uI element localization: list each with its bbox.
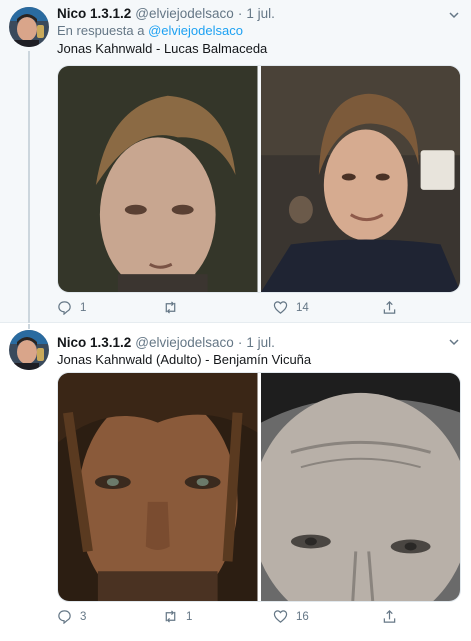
tweet[interactable]: Nico 1.3.1.2 @elviejodelsaco · 1 jul. Jo… bbox=[0, 324, 471, 641]
thread-connector-line bbox=[28, 324, 30, 329]
share-icon bbox=[383, 301, 396, 314]
timestamp[interactable]: 1 jul. bbox=[246, 6, 275, 21]
tweet-actions: 1 14 bbox=[57, 300, 461, 318]
author-handle[interactable]: @elviejodelsaco bbox=[135, 6, 234, 21]
retweet-button[interactable]: 1 bbox=[163, 609, 192, 624]
avatar[interactable] bbox=[9, 330, 49, 370]
media-grid bbox=[57, 65, 461, 293]
reply-handle-link[interactable]: @elviejodelsaco bbox=[148, 23, 243, 38]
photo-right[interactable] bbox=[260, 373, 460, 601]
retweet-button[interactable] bbox=[163, 300, 186, 315]
media-grid bbox=[57, 372, 461, 602]
like-count: 16 bbox=[296, 610, 309, 623]
tweet-text: Jonas Kahnwald (Adulto) - Benjamín Vicuñ… bbox=[57, 352, 312, 367]
retweet-icon bbox=[165, 301, 176, 314]
heart-icon bbox=[273, 301, 288, 314]
chevron-down-icon bbox=[449, 339, 459, 346]
more-options-button[interactable] bbox=[448, 8, 460, 20]
more-options-button[interactable] bbox=[448, 335, 460, 347]
tweet[interactable]: Nico 1.3.1.2 @elviejodelsaco · 1 jul. En… bbox=[0, 0, 471, 323]
photo-left[interactable] bbox=[58, 373, 258, 601]
share-button[interactable] bbox=[382, 609, 405, 624]
reply-context: En respuesta a @elviejodelsaco bbox=[57, 23, 243, 38]
reply-count: 3 bbox=[80, 610, 87, 623]
retweet-icon bbox=[165, 610, 176, 623]
author-name[interactable]: Nico 1.3.1.2 bbox=[57, 335, 131, 350]
retweet-count: 1 bbox=[186, 610, 193, 623]
separator-dot: · bbox=[237, 334, 243, 350]
photo-right[interactable] bbox=[260, 66, 460, 292]
author-handle[interactable]: @elviejodelsaco bbox=[135, 335, 234, 350]
share-icon bbox=[383, 610, 396, 623]
timestamp[interactable]: 1 jul. bbox=[246, 335, 275, 350]
reply-button[interactable]: 3 bbox=[57, 609, 86, 624]
like-count: 14 bbox=[296, 301, 309, 314]
author-name[interactable]: Nico 1.3.1.2 bbox=[57, 6, 131, 21]
thread-connector-line bbox=[28, 51, 30, 323]
like-button[interactable]: 16 bbox=[273, 609, 309, 624]
like-button[interactable]: 14 bbox=[273, 300, 309, 315]
tweet-actions: 3 1 16 bbox=[57, 609, 461, 627]
reply-icon bbox=[58, 301, 71, 315]
reply-icon bbox=[58, 610, 71, 624]
reply-count: 1 bbox=[80, 301, 87, 314]
separator-dot: · bbox=[237, 5, 243, 21]
chevron-down-icon bbox=[449, 12, 459, 19]
reply-prefix: En respuesta a bbox=[57, 23, 145, 38]
reply-button[interactable]: 1 bbox=[57, 300, 86, 315]
tweet-text: Jonas Kahnwald - Lucas Balmaceda bbox=[57, 41, 268, 56]
photo-left[interactable] bbox=[58, 66, 258, 292]
heart-icon bbox=[273, 610, 288, 623]
avatar[interactable] bbox=[9, 7, 49, 47]
share-button[interactable] bbox=[382, 300, 405, 315]
